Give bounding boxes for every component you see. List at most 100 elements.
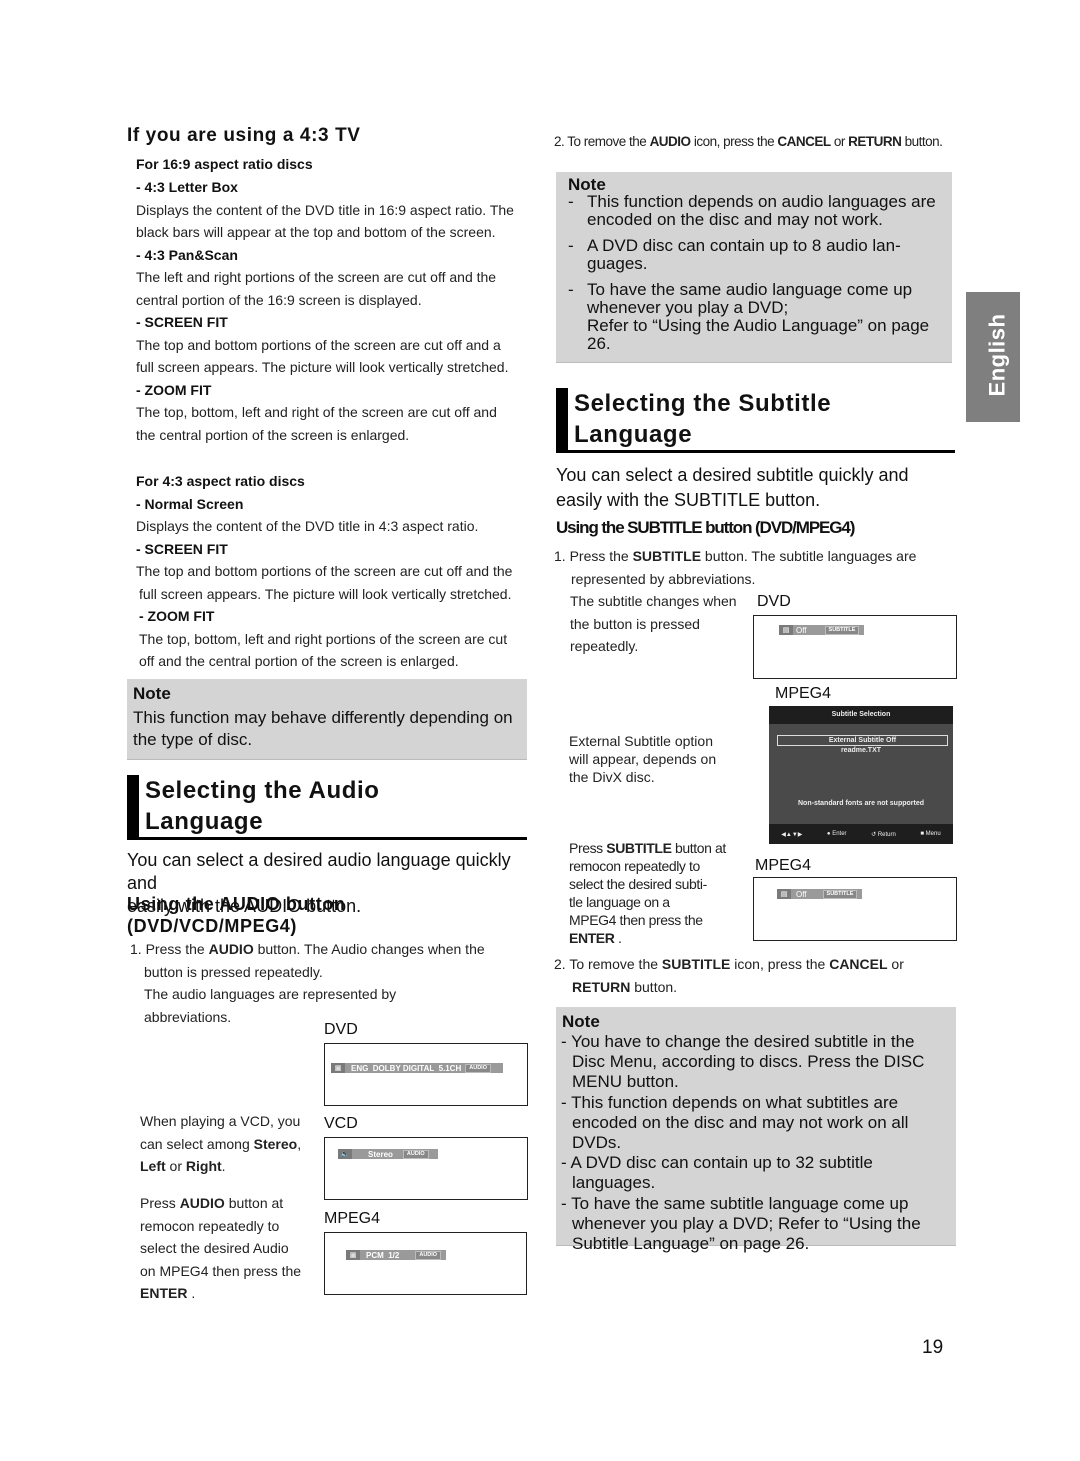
note-item: - To have the same subtitle language com… (561, 1194, 956, 1255)
text: button at (671, 840, 726, 856)
mode-name: - 4:3 Pan&Scan (136, 246, 238, 263)
text: select the desired subti- (569, 876, 707, 892)
mode-desc: off and the central portion of the scree… (139, 653, 459, 669)
text: remocon repeatedly to (140, 1217, 280, 1234)
text: This function depends on audio languages… (587, 192, 936, 211)
note-text: This function may behave differently dep… (133, 707, 513, 751)
text: whenever you play a DVD; Refer to “Using… (572, 1213, 921, 1233)
osd-label-mpeg4-subtitle: MPEG4 (755, 857, 812, 874)
text: A DVD disc can contain up to 8 audio lan… (587, 236, 901, 255)
osd-label-dvd: DVD (324, 1021, 358, 1038)
mode-name: - ZOOM FIT (136, 381, 212, 398)
note-box-audio: Note - This function depends on audio lan… (556, 172, 952, 363)
osd-bar: 🔈 Stereo AUDIO (338, 1149, 438, 1159)
text: represented by abbreviations. (571, 570, 756, 587)
title-line: Selecting the Audio (145, 777, 380, 804)
subtitle-lead: You can select a desired subtitle quickl… (556, 463, 956, 513)
note-title: Note (562, 1012, 600, 1031)
text: Stereo (253, 1135, 298, 1152)
text: icon, press the (690, 134, 778, 149)
note-line: This function may behave differently dep… (133, 708, 513, 727)
text: encoded on the disc and may not work. (587, 210, 883, 229)
mode-desc: central portion of the 16:9 screen is di… (136, 291, 422, 308)
external-subtitle-note: External Subtitle option will appear, de… (569, 732, 749, 786)
language-side-tab: English (966, 292, 1020, 422)
title-line: Language (574, 421, 693, 448)
osd-screen-mpeg4-audio: ▣ PCM 1/2 AUDIO (324, 1232, 527, 1295)
text: External Subtitle option (569, 733, 713, 749)
audio-step2: 2. To remove the AUDIO icon, press the C… (554, 131, 943, 154)
osd-value: Stereo (368, 1149, 393, 1159)
text: RETURN (572, 978, 631, 995)
audio-subheading: Using the AUDIO button (DVD/VCD/MPEG4) (127, 893, 346, 937)
text: Menu (925, 831, 941, 837)
arrow-keys-icon: ◀▲▼▶ (781, 831, 803, 838)
text: - A DVD disc can contain up to 32 subtit… (561, 1153, 873, 1173)
note-item: - To have the same audio language come up… (568, 280, 930, 353)
text: button. The subtitle languages are (701, 548, 917, 564)
tv43-heading: If you are using a 4:3 TV (127, 125, 361, 146)
text: 26. (587, 334, 611, 353)
side-tab-label: English (984, 313, 1010, 397)
mode-name: - SCREEN FIT (136, 540, 228, 557)
mode-desc: Displays the content of the DVD title in… (136, 201, 514, 218)
osd-label-mpeg4-menu: MPEG4 (775, 685, 832, 702)
osd-tag: SUBTITLE (824, 625, 860, 635)
disc-audio-icon: ▣ (346, 1250, 360, 1260)
menu-option-external-off[interactable]: External Subtitle Off (777, 735, 948, 746)
mode-name: - ZOOM FIT (139, 608, 215, 624)
text: repeatedly. (570, 638, 639, 654)
text: The subtitle changes when (570, 593, 737, 609)
text: tle language on a (569, 894, 670, 910)
text: To have the same audio language come up (587, 280, 913, 299)
menu-footer: ◀▲▼▶ ● Enter ↺ Return ■ Menu (769, 824, 953, 844)
text: will appear, depends on (569, 751, 717, 767)
audio-section-title: Selecting the Audio Language (127, 775, 527, 840)
mode-name: - Normal Screen (136, 495, 244, 512)
text: guages. (587, 254, 648, 273)
text: 1. Press the (130, 941, 209, 957)
mode-name: - SCREEN FIT (136, 314, 228, 330)
mpeg4-audio-note: Press AUDIO button at remocon repeatedly… (140, 1192, 320, 1305)
text: , (297, 1135, 302, 1152)
text: - This function depends on what subtitle… (561, 1092, 899, 1112)
note-list: - You have to change the desired subtitl… (561, 1032, 956, 1254)
mode-desc: The top and bottom portions of the scree… (136, 563, 513, 579)
osd-screen-dvd-subtitle: ▤ Off SUBTITLE (753, 615, 957, 679)
mode-name: - 4:3 Letter Box (136, 179, 238, 195)
text: When playing a VCD, you (140, 1113, 301, 1129)
text: or (887, 956, 904, 972)
mode-desc: black bars will appear at the top and bo… (136, 224, 496, 240)
note-line: the type of disc. (133, 730, 253, 749)
text: Disc Menu, according to discs. Press the… (572, 1052, 925, 1072)
vcd-note: When playing a VCD, you can select among… (140, 1110, 320, 1178)
mode-desc: full screen appears. The picture will lo… (139, 585, 512, 602)
note-list: - This function depends on audio language… (568, 193, 948, 353)
text: MPEG4 then press the (569, 912, 703, 928)
subheading-line: Using the AUDIO button (127, 894, 346, 914)
osd-screen-vcd-audio: 🔈 Stereo AUDIO (324, 1137, 528, 1200)
osd-tag: AUDIO (465, 1063, 491, 1073)
text: Left (140, 1158, 166, 1174)
return-hint: ↺ Return (871, 831, 896, 838)
osd-screen-mpeg4-subtitle: ▤ Off SUBTITLE (753, 877, 957, 941)
text: 1. Press the (554, 548, 633, 564)
text: Press (140, 1195, 180, 1211)
osd-label-dvd-subtitle: DVD (757, 593, 791, 610)
text: or (165, 1158, 186, 1174)
text: Subtitle Language” on page 26. (572, 1234, 810, 1254)
text: AUDIO (179, 1195, 225, 1211)
text: on MPEG4 then press the (140, 1262, 302, 1279)
menu-option-file[interactable]: readme.TXT (769, 746, 953, 755)
text: button is pressed repeatedly. (144, 963, 323, 980)
subtitle-changes-note: The subtitle changes when the button is … (570, 590, 750, 658)
note-item: - You have to change the desired subtitl… (561, 1032, 956, 1093)
osd-tag: AUDIO (402, 1149, 429, 1159)
text: CANCEL (777, 134, 831, 149)
note-title: Note (133, 684, 171, 703)
group43-title: For 4:3 aspect ratio discs (136, 473, 305, 489)
text: button at (224, 1195, 284, 1211)
subtitle-step2: 2. To remove the SUBTITLE icon, press th… (554, 953, 954, 998)
osd-bar: ▣ PCM 1/2 AUDIO (346, 1250, 446, 1260)
text: SUBTITLE (606, 840, 672, 856)
